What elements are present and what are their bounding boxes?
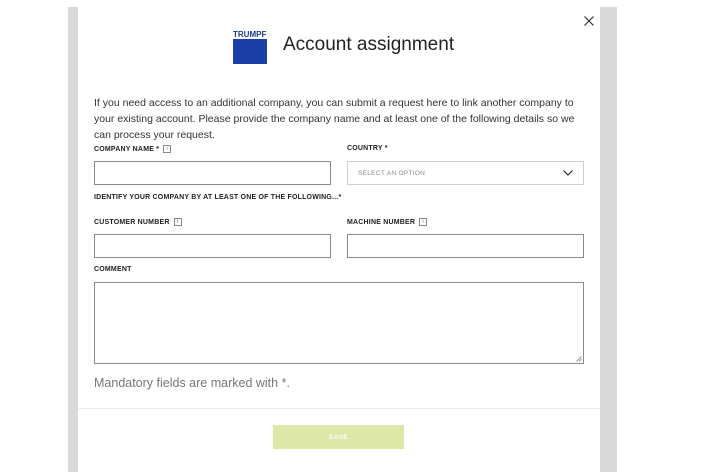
info-icon[interactable]: i [163,145,172,153]
country-select-value: SELECT AN OPTION [358,169,426,177]
chevron-down-icon [563,170,573,176]
close-icon [584,16,594,26]
logo-wordmark: TRUMPF [233,30,267,39]
trumpf-logo: TRUMPF [233,30,267,64]
modal-title: Account assignment [283,34,455,55]
comment-label-text: COMMENT [94,266,132,273]
machine-number-input[interactable] [347,234,584,258]
mandatory-note: Mandatory fields are marked with *. [94,376,290,390]
customer-number-label-text: CUSTOMER NUMBER [94,218,170,226]
logo-square [233,39,267,64]
comment-label: COMMENT [94,266,132,273]
customer-number-input[interactable] [94,234,331,258]
customer-number-label: CUSTOMER NUMBER i [94,218,182,226]
country-select[interactable]: SELECT AN OPTION [347,161,584,185]
company-name-input[interactable] [94,161,331,185]
company-name-label: COMPANY NAME * i [94,145,172,153]
info-icon[interactable]: i [419,218,428,226]
intro-text: If you need access to an additional comp… [94,97,575,141]
close-button[interactable] [580,12,598,30]
machine-number-label: MACHINE NUMBER i [347,218,428,226]
machine-number-label-text: MACHINE NUMBER [347,218,416,226]
info-icon[interactable]: i [173,218,182,226]
resize-handle-icon[interactable] [576,356,582,362]
country-label: COUNTRY * [347,145,388,152]
identify-company-label-text: IDENTIFY YOUR COMPANY BY AT LEAST ONE OF… [94,194,342,201]
comment-textarea[interactable] [94,282,584,364]
company-name-label-text: COMPANY NAME * [94,145,160,153]
save-button[interactable]: SAVE [273,425,404,449]
identify-company-label: IDENTIFY YOUR COMPANY BY AT LEAST ONE OF… [94,194,341,201]
country-label-text: COUNTRY * [347,145,388,152]
footer-divider [78,408,600,409]
